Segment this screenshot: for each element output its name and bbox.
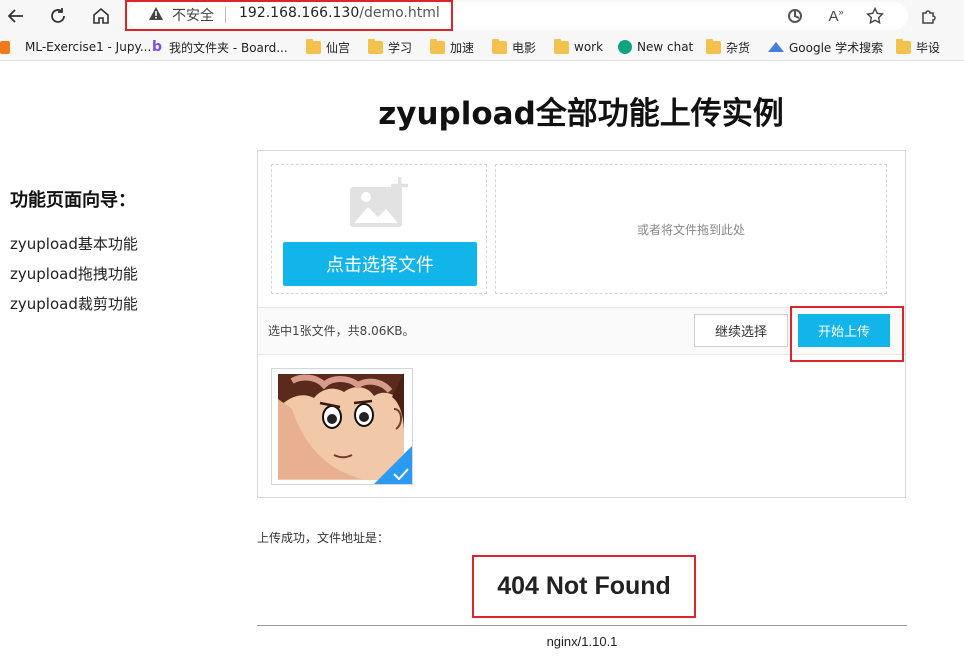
read-aloud-icon[interactable]: A»	[823, 3, 849, 29]
bookmark-item[interactable]: Google 学术搜索	[768, 38, 883, 56]
chatgpt-icon	[618, 40, 632, 54]
back-arrow-icon	[7, 9, 23, 23]
favorite-star-icon[interactable]	[862, 3, 888, 29]
bookmark-item[interactable]: 仙宫	[306, 38, 350, 56]
scholar-icon	[768, 42, 784, 52]
divider	[257, 625, 907, 626]
bookmark-label: 我的文件夹 - Board...	[169, 40, 288, 55]
sidebar-link-crop[interactable]: zyupload裁剪功能	[10, 293, 138, 314]
bookmark-label: 仙宫	[326, 40, 351, 55]
page-title: zyupload全部功能上传实例	[378, 96, 784, 132]
browser-toolbar: 不安全 192.168.166.130/demo.html A»	[0, 0, 964, 34]
folder-icon	[430, 38, 445, 54]
bookmark-item[interactable]: 加速	[430, 38, 474, 56]
image-thumbnail[interactable]	[271, 368, 413, 485]
upload-result-label: 上传成功，文件地址是：	[257, 531, 390, 545]
bookmark-label: ML-Exercise1 - Jupy...	[25, 40, 152, 54]
start-upload-highlight-box	[790, 306, 904, 362]
folder-icon	[706, 38, 721, 54]
drop-hint: 或者将文件拖到此处	[636, 222, 745, 237]
bookmark-label: 学习	[388, 40, 413, 55]
sidebar-heading: 功能页面向导：	[10, 190, 136, 211]
bookmark-item[interactable]: New chat	[618, 38, 693, 56]
back-button[interactable]	[2, 2, 30, 30]
extensions-icon[interactable]	[916, 3, 942, 29]
home-button[interactable]	[87, 2, 115, 30]
add-image-icon	[350, 177, 408, 227]
edge-refresh-icon[interactable]	[782, 3, 808, 29]
bookmark-item[interactable]: ML-Exercise1 - Jupy...	[0, 38, 151, 56]
refresh-button[interactable]	[44, 2, 72, 30]
bookmark-item[interactable]: 杂货	[706, 38, 750, 56]
bookmark-label: Google 学术搜索	[789, 40, 884, 55]
folder-icon	[306, 38, 321, 54]
sidebar-link-drag[interactable]: zyupload拖拽功能	[10, 263, 138, 284]
home-icon	[93, 7, 109, 24]
check-mark-icon	[393, 468, 409, 480]
bookmark-item[interactable]: b 我的文件夹 - Board...	[152, 38, 288, 56]
bookmark-label: 杂货	[726, 40, 751, 55]
bookmark-label: 电影	[512, 40, 537, 55]
continue-select-button[interactable]: 继续选择	[694, 314, 788, 347]
select-file-button[interactable]: 点击选择文件	[283, 242, 477, 286]
url-highlight-box	[125, 0, 453, 31]
bookmark-item[interactable]: 学习	[368, 38, 412, 56]
bing-icon: b	[152, 38, 163, 55]
drop-zone[interactable]: 或者将文件拖到此处	[495, 164, 887, 294]
bookmark-label: 毕设	[916, 40, 941, 55]
folder-icon	[368, 38, 383, 54]
bookmark-label: work	[574, 40, 604, 54]
bookmark-label: 加速	[450, 40, 475, 55]
folder-icon	[492, 38, 507, 54]
error-highlight-box	[472, 555, 696, 618]
folder-icon	[554, 38, 569, 54]
bookmarks-bar: ML-Exercise1 - Jupy... b 我的文件夹 - Board..…	[0, 34, 964, 61]
bookmark-item[interactable]: work	[554, 38, 603, 56]
bookmark-item[interactable]: 电影	[492, 38, 536, 56]
bookmark-label: New chat	[637, 40, 694, 54]
refresh-icon	[51, 8, 65, 23]
bookmark-item[interactable]: 毕设	[896, 38, 940, 56]
sidebar-link-basic[interactable]: zyupload基本功能	[10, 233, 138, 254]
server-signature: nginx/1.10.1	[546, 634, 618, 649]
folder-icon	[896, 38, 911, 54]
jupyter-icon	[0, 40, 10, 54]
upload-status-text: 选中1张文件，共8.06KB。	[268, 324, 415, 338]
